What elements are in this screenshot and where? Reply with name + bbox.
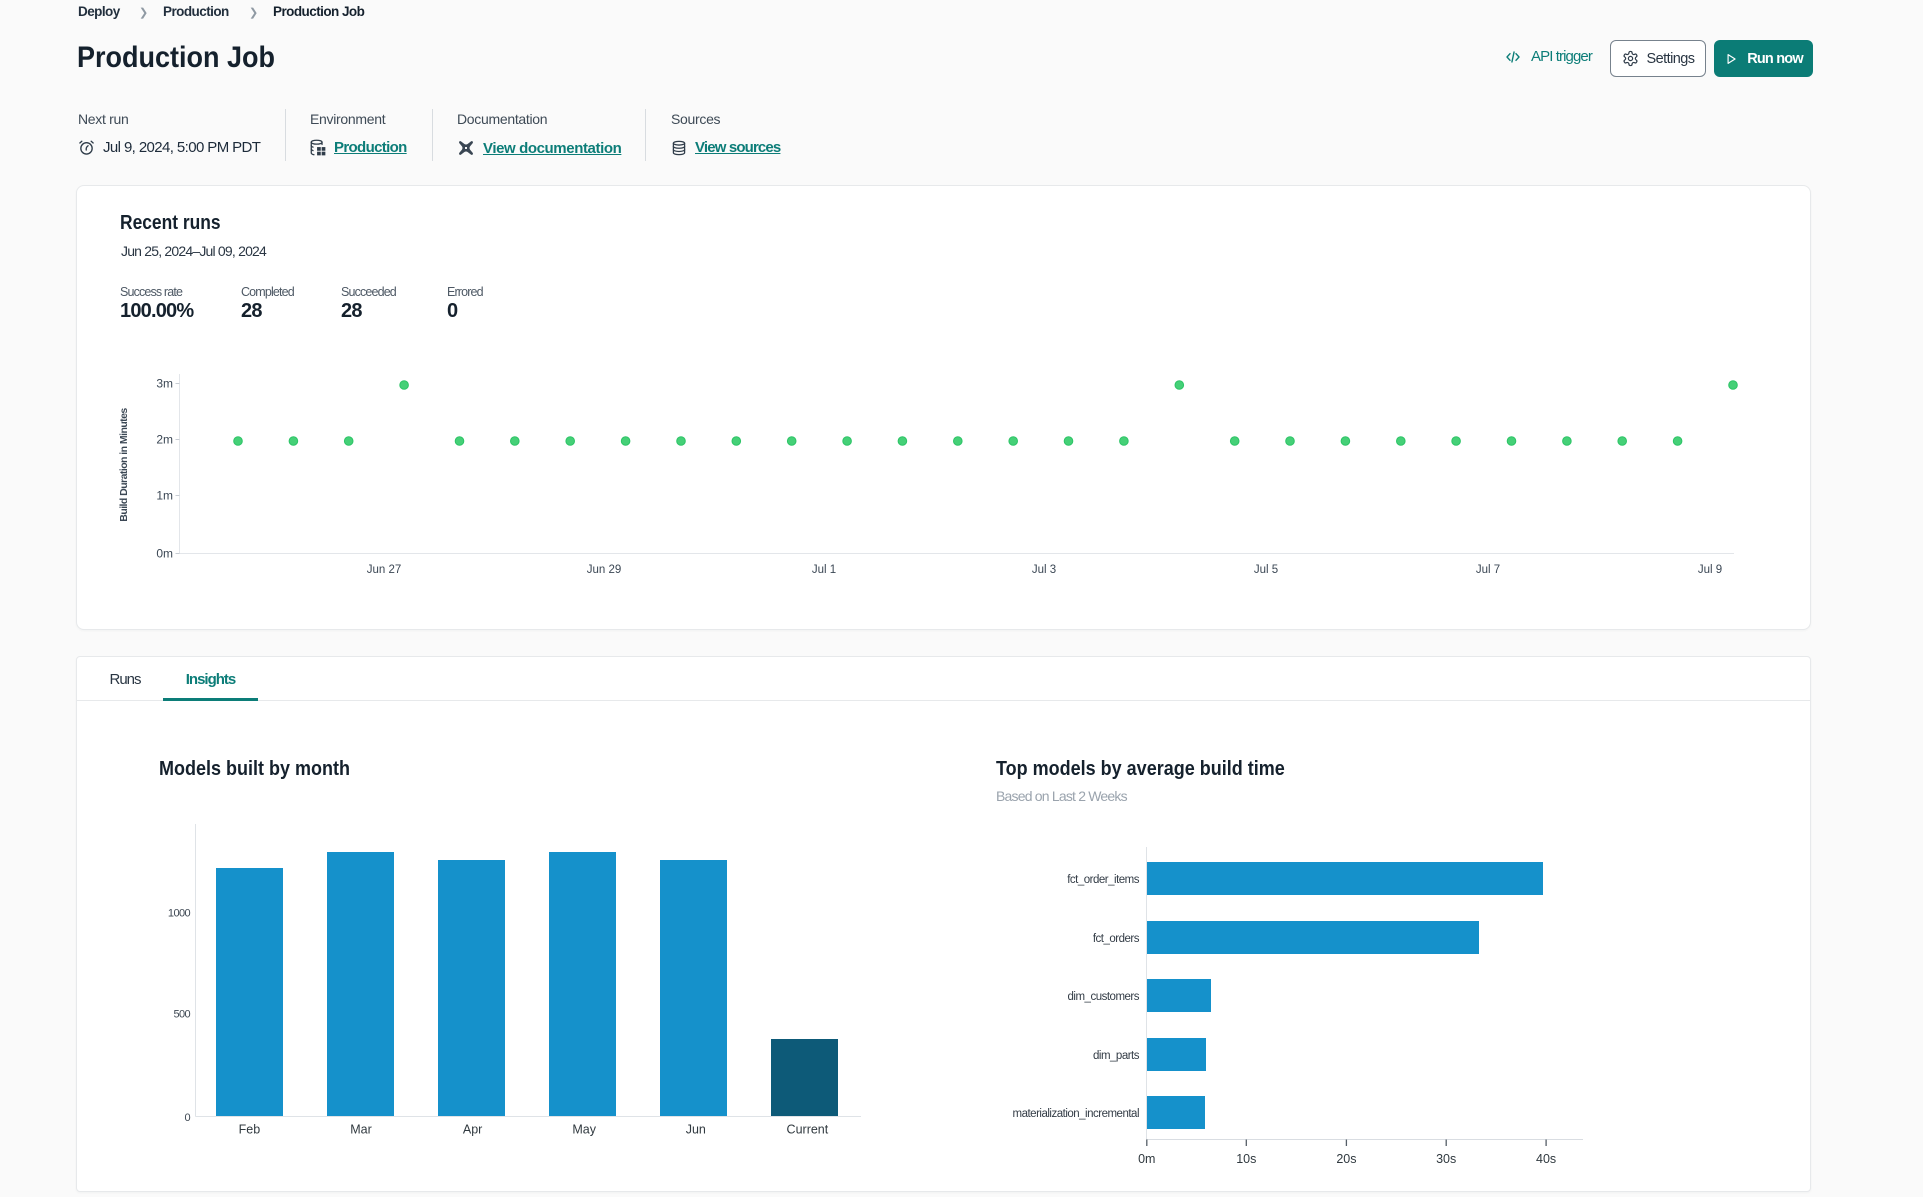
svg-text:Jul 1: Jul 1: [812, 564, 836, 576]
svg-text:40s: 40s: [1536, 1152, 1556, 1166]
svg-text:Jun 27: Jun 27: [367, 564, 402, 576]
svg-text:1000: 1000: [168, 908, 191, 920]
svg-text:Build Duration in Minutes: Build Duration in Minutes: [118, 408, 130, 522]
svg-text:dim_parts: dim_parts: [1093, 1050, 1140, 1062]
svg-text:Jul 9: Jul 9: [1698, 564, 1722, 576]
svg-text:30s: 30s: [1436, 1152, 1456, 1166]
svg-text:fct_orders: fct_orders: [1093, 933, 1140, 945]
svg-text:Feb: Feb: [239, 1123, 261, 1137]
svg-text:0: 0: [184, 1112, 190, 1124]
svg-text:0m: 0m: [1138, 1152, 1155, 1166]
svg-text:0m: 0m: [156, 547, 173, 561]
svg-text:500: 500: [173, 1009, 190, 1021]
svg-text:Mar: Mar: [350, 1123, 372, 1137]
svg-text:Jun: Jun: [686, 1123, 706, 1137]
svg-text:2m: 2m: [156, 433, 173, 447]
svg-text:1m: 1m: [156, 489, 173, 503]
svg-text:fct_order_items: fct_order_items: [1067, 874, 1140, 886]
svg-text:Jul 5: Jul 5: [1254, 564, 1278, 576]
svg-text:May: May: [572, 1123, 596, 1137]
svg-text:10s: 10s: [1236, 1152, 1256, 1166]
svg-text:3m: 3m: [156, 377, 173, 391]
svg-text:dim_customers: dim_customers: [1068, 991, 1140, 1003]
svg-text:Jul 3: Jul 3: [1032, 564, 1056, 576]
svg-text:materialization_incremental: materialization_incremental: [1013, 1108, 1139, 1120]
svg-text:20s: 20s: [1336, 1152, 1356, 1166]
svg-text:Jul 7: Jul 7: [1476, 564, 1500, 576]
svg-text:Current: Current: [787, 1123, 829, 1137]
svg-text:Apr: Apr: [463, 1123, 482, 1137]
svg-text:Jun 29: Jun 29: [587, 564, 622, 576]
